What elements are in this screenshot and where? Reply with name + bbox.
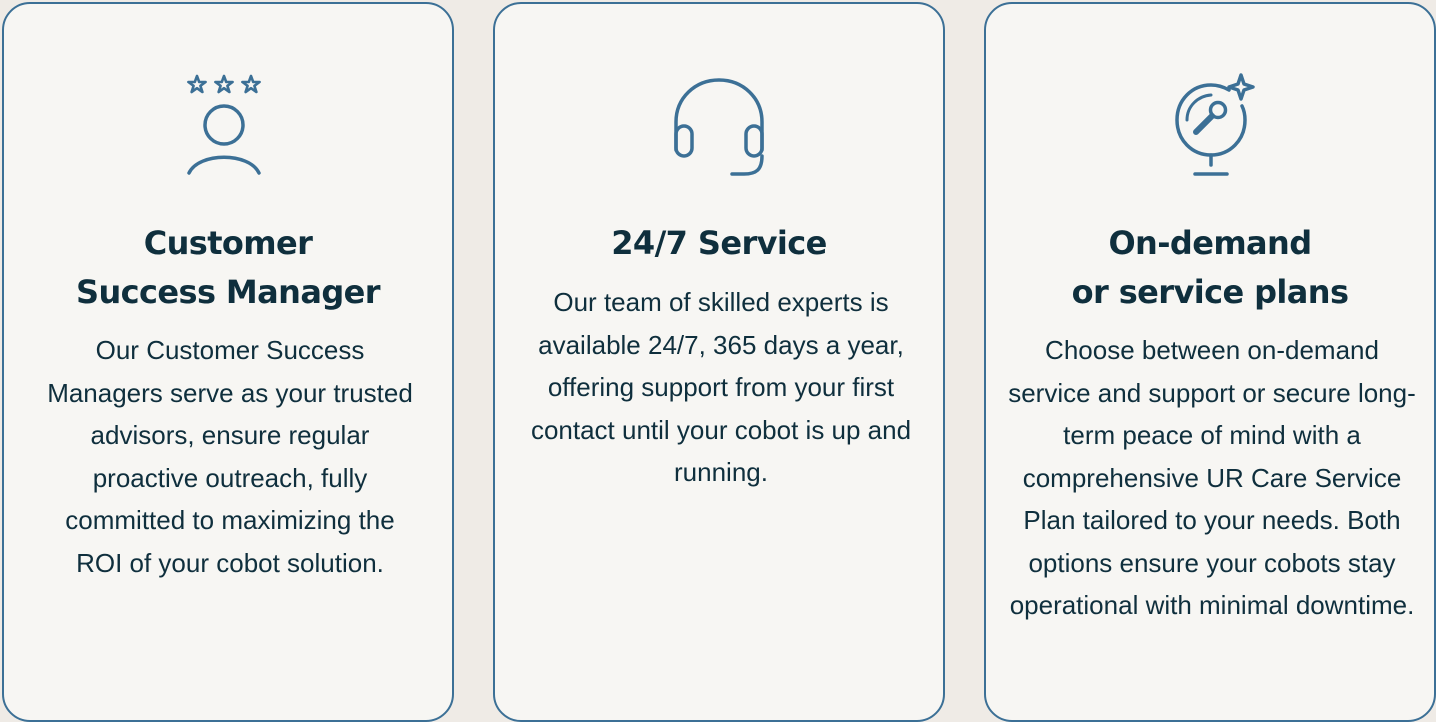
card-title-line: 24/7 Service bbox=[611, 224, 827, 262]
card-title: 24/7 Service bbox=[515, 219, 923, 268]
card-customer-success-manager: Customer Success Manager Our Customer Su… bbox=[2, 2, 454, 722]
card-title-line: or service plans bbox=[1071, 273, 1349, 311]
card-title: Customer Success Manager bbox=[24, 219, 432, 317]
card-title: On-demand or service plans bbox=[1006, 219, 1414, 317]
card-description: Our team of skilled experts is available… bbox=[530, 287, 912, 487]
card-title-line: On-demand bbox=[1108, 224, 1312, 262]
wrench-globe-sparkle-icon bbox=[1155, 70, 1265, 182]
card-description: Choose between on-demand service and sup… bbox=[1008, 335, 1416, 620]
card-description: Our Customer Success Managers serve as y… bbox=[47, 335, 413, 578]
card-title-line: Success Manager bbox=[76, 273, 381, 311]
customer-success-star-person-icon bbox=[173, 70, 283, 182]
headset-icon bbox=[664, 70, 774, 182]
card-24-7-service: 24/7 Service Our team of skilled experts… bbox=[493, 2, 945, 722]
card-title-line: Customer bbox=[143, 224, 313, 262]
card-on-demand-or-service-plans: On-demand or service plans Choose betwee… bbox=[984, 2, 1436, 722]
